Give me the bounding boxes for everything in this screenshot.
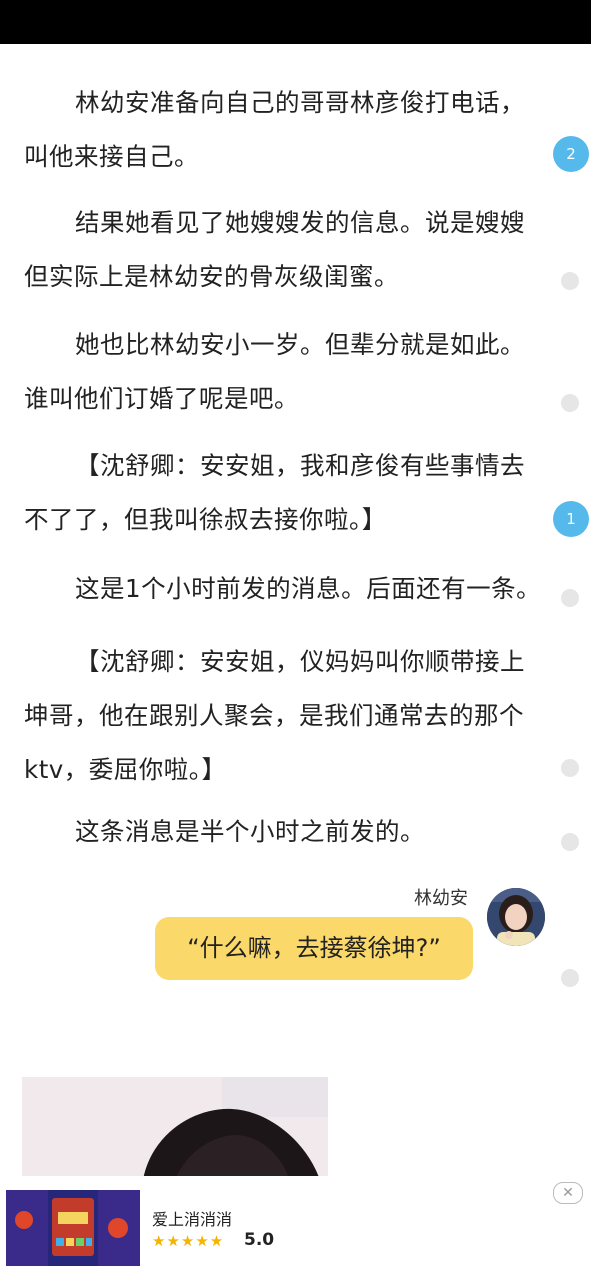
speaker-avatar[interactable] [487, 888, 545, 946]
ad-star-rating: ★★★★★ [152, 1232, 225, 1250]
ad-thumbnail[interactable]: 广告 [6, 1190, 140, 1266]
story-paragraph: 林幼安准备向自己的哥哥林彦俊打电话，叫他来接自己。 [24, 88, 525, 171]
paragraph-comment-count[interactable]: 1 [553, 501, 589, 537]
paragraph-comment-dot[interactable] [561, 272, 579, 290]
dialogue-bubble: “什么嘛，去接蔡徐坤?” [155, 917, 473, 980]
paragraph-comment-dot[interactable] [561, 969, 579, 987]
story-paragraph: 【沈舒卿：安安姐，仪妈妈叫你顺带接上坤哥，他在跟别人聚会，是我们通常去的那个kt… [24, 647, 525, 784]
story-paragraph: 【沈舒卿：安安姐，我和彦俊有些事情去不了了，但我叫徐叔去接你啦。】 [24, 451, 525, 534]
status-bar [0, 0, 591, 44]
ad-banner[interactable]: 广告 爱上消消消 ★★★★★ 5.0 ✕ [0, 1176, 591, 1280]
ad-title[interactable]: 爱上消消消 [152, 1206, 232, 1230]
close-icon[interactable]: ✕ [553, 1182, 583, 1204]
story-paragraph: 这条消息是半个小时之前发的。 [75, 817, 425, 846]
ad-rating-value: 5.0 [244, 1230, 275, 1250]
paragraph-comment-count[interactable]: 2 [553, 136, 589, 172]
story-paragraph: 她也比林幼安小一岁。但辈分就是如此。谁叫他们订婚了呢是吧。 [24, 330, 525, 413]
story-paragraph: 结果她看见了她嫂嫂发的信息。说是嫂嫂但实际上是林幼安的骨灰级闺蜜。 [24, 208, 525, 291]
ad-image[interactable] [22, 1077, 328, 1187]
story-paragraph: 这是1个小时前发的消息。后面还有一条。 [75, 574, 542, 603]
paragraph-comment-dot[interactable] [561, 759, 579, 777]
speaker-name: 林幼安 [414, 888, 468, 909]
paragraph-comment-dot[interactable] [561, 833, 579, 851]
paragraph-comment-dot[interactable] [561, 394, 579, 412]
paragraph-comment-dot[interactable] [561, 589, 579, 607]
